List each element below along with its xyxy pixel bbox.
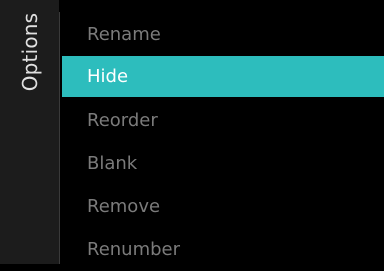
menu-item-blank[interactable]: Blank (62, 142, 384, 185)
options-title: Options (18, 12, 42, 92)
menu-item-renumber[interactable]: Renumber (62, 228, 384, 271)
menu-item-reorder[interactable]: Reorder (62, 99, 384, 142)
menu-item-hide[interactable]: Hide (62, 56, 384, 97)
options-sidebar: Options (0, 0, 59, 264)
menu-item-rename[interactable]: Rename (62, 13, 384, 56)
sidebar-divider (59, 12, 60, 264)
options-menu: Rename Hide Reorder Blank Remove Renumbe… (62, 13, 384, 271)
options-panel: Options Rename Hide Reorder Blank Remove… (0, 0, 384, 264)
menu-item-remove[interactable]: Remove (62, 185, 384, 228)
